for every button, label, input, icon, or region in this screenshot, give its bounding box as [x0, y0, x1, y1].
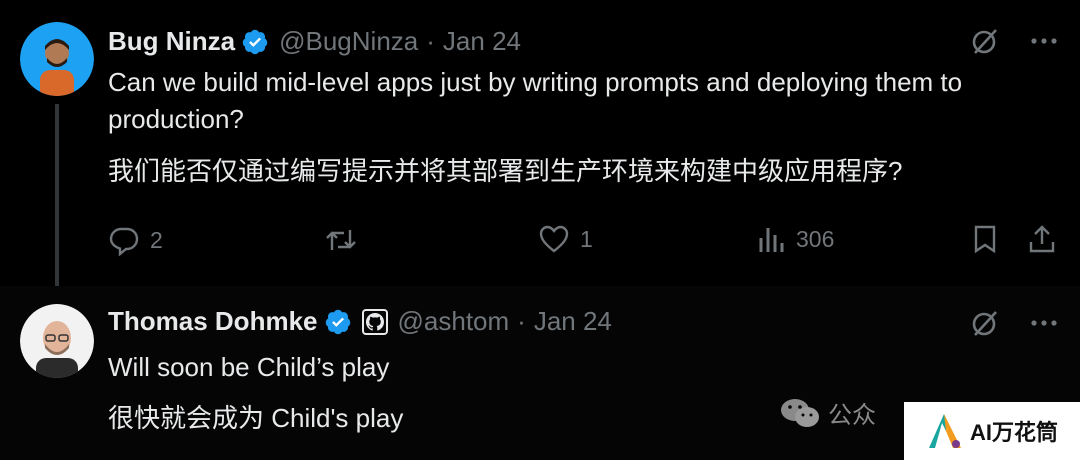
more-icon[interactable]: [1030, 37, 1058, 45]
views-icon: [759, 228, 784, 252]
avatar[interactable]: [20, 22, 94, 96]
grok-icon[interactable]: [970, 26, 1000, 56]
tweet-action-bar: 2 1 306: [106, 224, 1062, 264]
wechat-icon: [781, 398, 819, 427]
more-icon[interactable]: [1030, 319, 1058, 327]
wechat-label: 公众: [828, 402, 876, 429]
author-handle[interactable]: @BugNinza: [279, 26, 418, 57]
like-icon: [539, 225, 569, 253]
tweet-text-zh: 我们能否仅通过编写提示并将其部署到生产环境来构建中级应用程序?: [108, 156, 903, 186]
bookmark-icon: [974, 225, 996, 254]
verified-badge-icon: [242, 29, 268, 54]
author-name[interactable]: Bug Ninza: [108, 26, 235, 57]
views-button[interactable]: 306: [758, 224, 834, 254]
tweet-top-actions: [970, 308, 1058, 338]
reply-count: 2: [150, 226, 163, 253]
tweet-header: Thomas Dohmke @ashtom · Jan 24: [108, 306, 612, 337]
separator-dot: ·: [426, 26, 435, 56]
brand-watermark: AI万花筒: [904, 402, 1080, 460]
separator-dot: ·: [517, 306, 526, 336]
tweet-date[interactable]: Jan 24: [443, 26, 521, 57]
tweet-bug-ninza[interactable]: Bug Ninza @BugNinza · Jan 24 Can we buil…: [0, 0, 1080, 294]
like-button[interactable]: 1: [538, 224, 593, 254]
tweet-text-en: Can we build mid-level apps just by writ…: [108, 67, 963, 134]
tweet-date[interactable]: Jan 24: [534, 306, 612, 337]
tweet-text-en: Will soon be Child’s play: [108, 352, 390, 382]
retweet-icon: [326, 230, 356, 250]
brand-logo-icon: [928, 414, 961, 448]
author-name[interactable]: Thomas Dohmke: [108, 306, 318, 337]
bookmark-button[interactable]: [972, 224, 998, 254]
grok-icon[interactable]: [970, 308, 1000, 338]
tweet-header: Bug Ninza @BugNinza · Jan 24: [108, 26, 521, 57]
share-button[interactable]: [1028, 224, 1056, 254]
reply-button[interactable]: 2: [108, 224, 163, 256]
brand-text: AI万花筒: [969, 420, 1058, 445]
share-icon: [1029, 225, 1055, 253]
like-count: 1: [580, 225, 593, 252]
avatar[interactable]: [20, 304, 94, 378]
author-handle[interactable]: @ashtom: [398, 306, 510, 337]
views-count: 306: [796, 225, 835, 252]
thread-line: [55, 104, 59, 294]
retweet-button[interactable]: [324, 224, 358, 256]
github-icon[interactable]: [361, 308, 388, 335]
reply-icon: [109, 227, 139, 256]
verified-badge-icon: [325, 309, 350, 334]
wechat-watermark: 公众: [780, 395, 876, 430]
tweet-top-actions: [970, 26, 1058, 56]
tweet-text-zh: 很快就会成为 Child's play: [108, 403, 404, 433]
